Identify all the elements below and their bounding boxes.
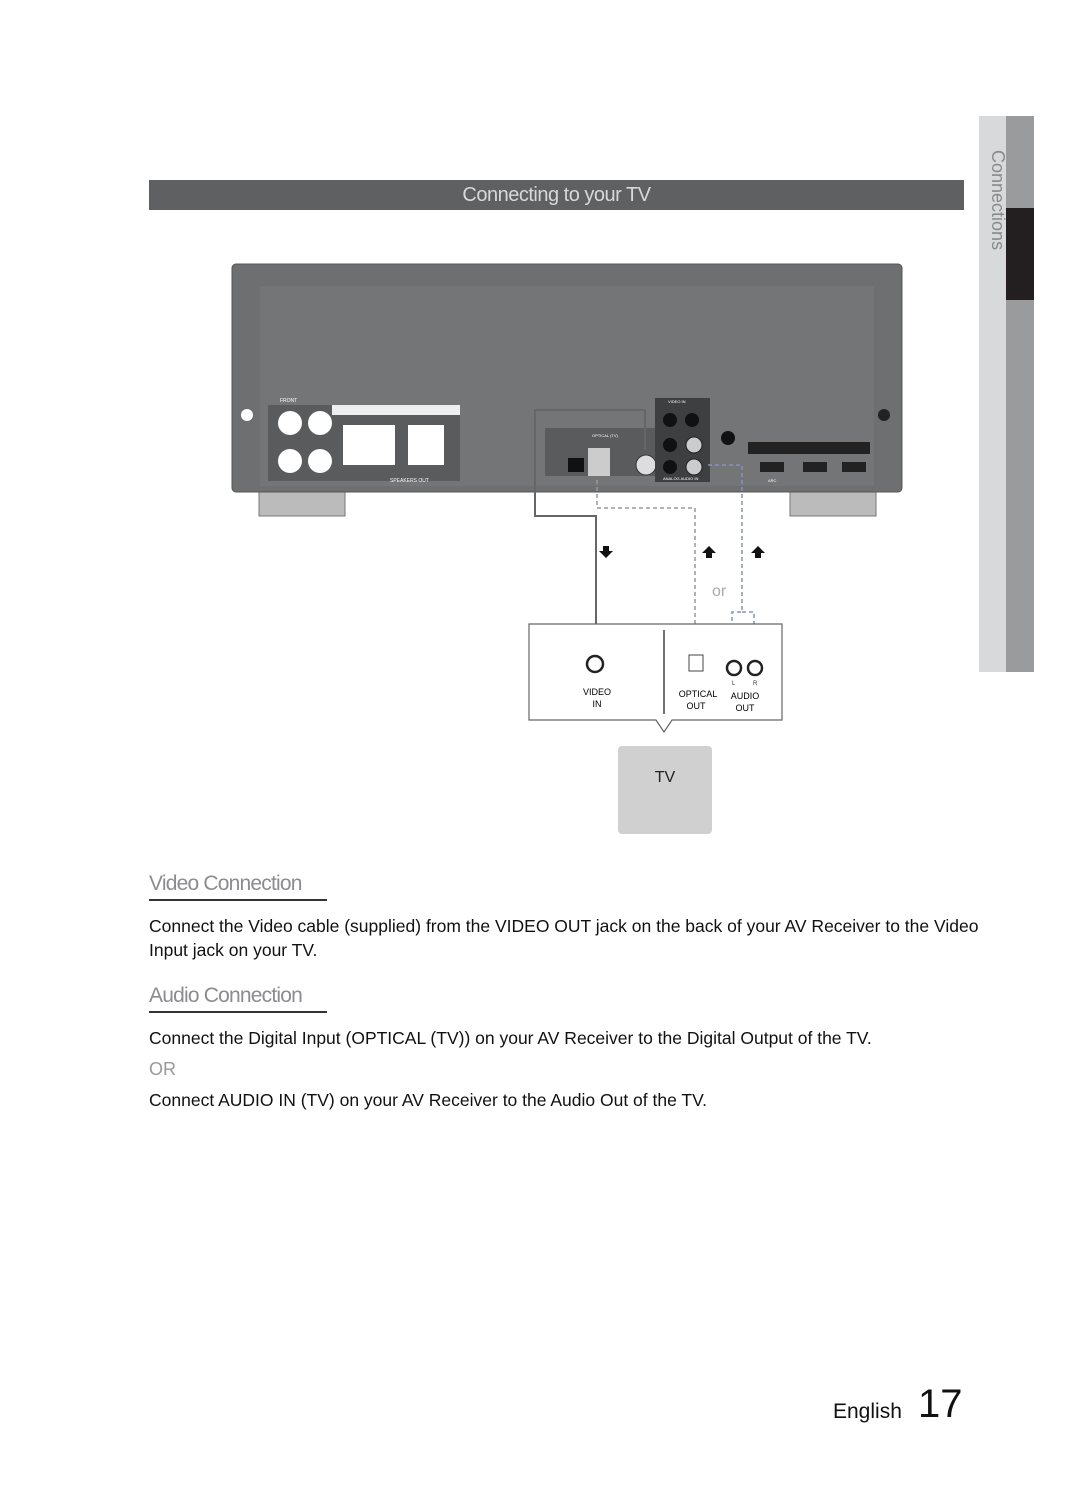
av-receiver-rear-panel: SPEAKERS OUT FRONT OPTICAL (TV) VIDEO IN… <box>231 263 903 517</box>
video-connection-heading: Video Connection <box>149 872 327 901</box>
connection-diagram: SPEAKERS OUT FRONT OPTICAL (TV) VIDEO IN… <box>231 263 903 834</box>
audio-option-1: Connect the Digital Input (OPTICAL (TV))… <box>149 1028 872 1048</box>
optical-tv-label: OPTICAL (TV) <box>592 433 619 438</box>
audio-connection-heading: Audio Connection <box>149 984 327 1013</box>
arrow-up-icon <box>751 546 765 558</box>
audio-out-label-2: OUT <box>736 703 756 713</box>
channel-right-label: R <box>753 681 758 687</box>
analog-audio-in-label: ANALOG AUDIO IN <box>663 476 698 481</box>
arc-label: ARC <box>768 478 777 483</box>
optical-out-label-2: OUT <box>687 701 707 711</box>
audio-out-label: AUDIO <box>731 691 760 701</box>
video-in-label: VIDEO IN <box>668 399 686 404</box>
speakers-out-label: SPEAKERS OUT <box>390 478 429 484</box>
arrow-icons <box>599 546 765 558</box>
tv-jack-panel: L R VIDEO IN OPTICAL OUT AUDIO OUT <box>528 623 783 734</box>
arrow-up-icon <box>702 546 716 558</box>
arrow-down-icon <box>599 546 613 558</box>
optical-out-label: OPTICAL <box>679 689 718 699</box>
tv-label: TV <box>655 769 676 786</box>
tv-box <box>618 746 712 834</box>
video-in-label: VIDEO <box>583 687 611 697</box>
or-separator: OR <box>149 1059 176 1079</box>
video-in-label-2: IN <box>593 699 602 709</box>
video-connection-body: Connect the Video cable (supplied) from … <box>149 916 979 960</box>
front-label: FRONT <box>280 398 297 404</box>
footer-language: English <box>833 1400 902 1423</box>
manual-page: Connections Connecting to your TV SPEAKE… <box>0 0 1080 1491</box>
page-number: 17 <box>918 1382 963 1426</box>
audio-option-2: Connect AUDIO IN (TV) on your AV Receive… <box>149 1090 708 1110</box>
or-label: or <box>712 583 727 600</box>
